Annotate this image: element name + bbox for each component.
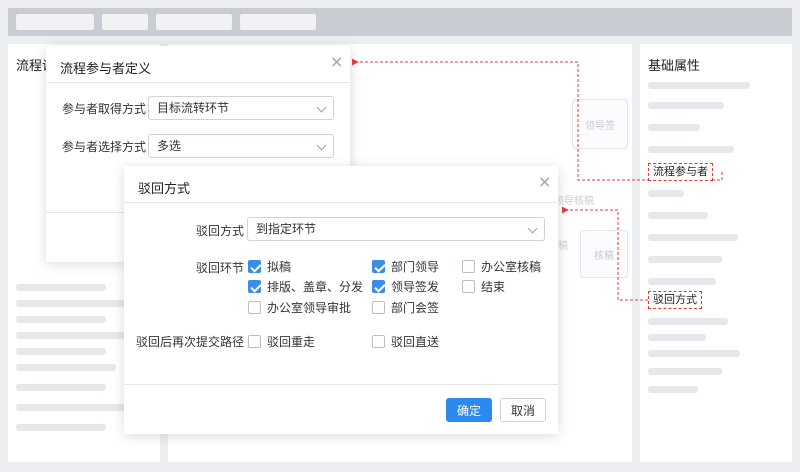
annotation-connectors <box>351 58 723 301</box>
callout-participants: 流程参与者 <box>648 163 713 181</box>
connector-reject <box>561 206 648 301</box>
callout-reject: 驳回方式 <box>648 291 702 309</box>
